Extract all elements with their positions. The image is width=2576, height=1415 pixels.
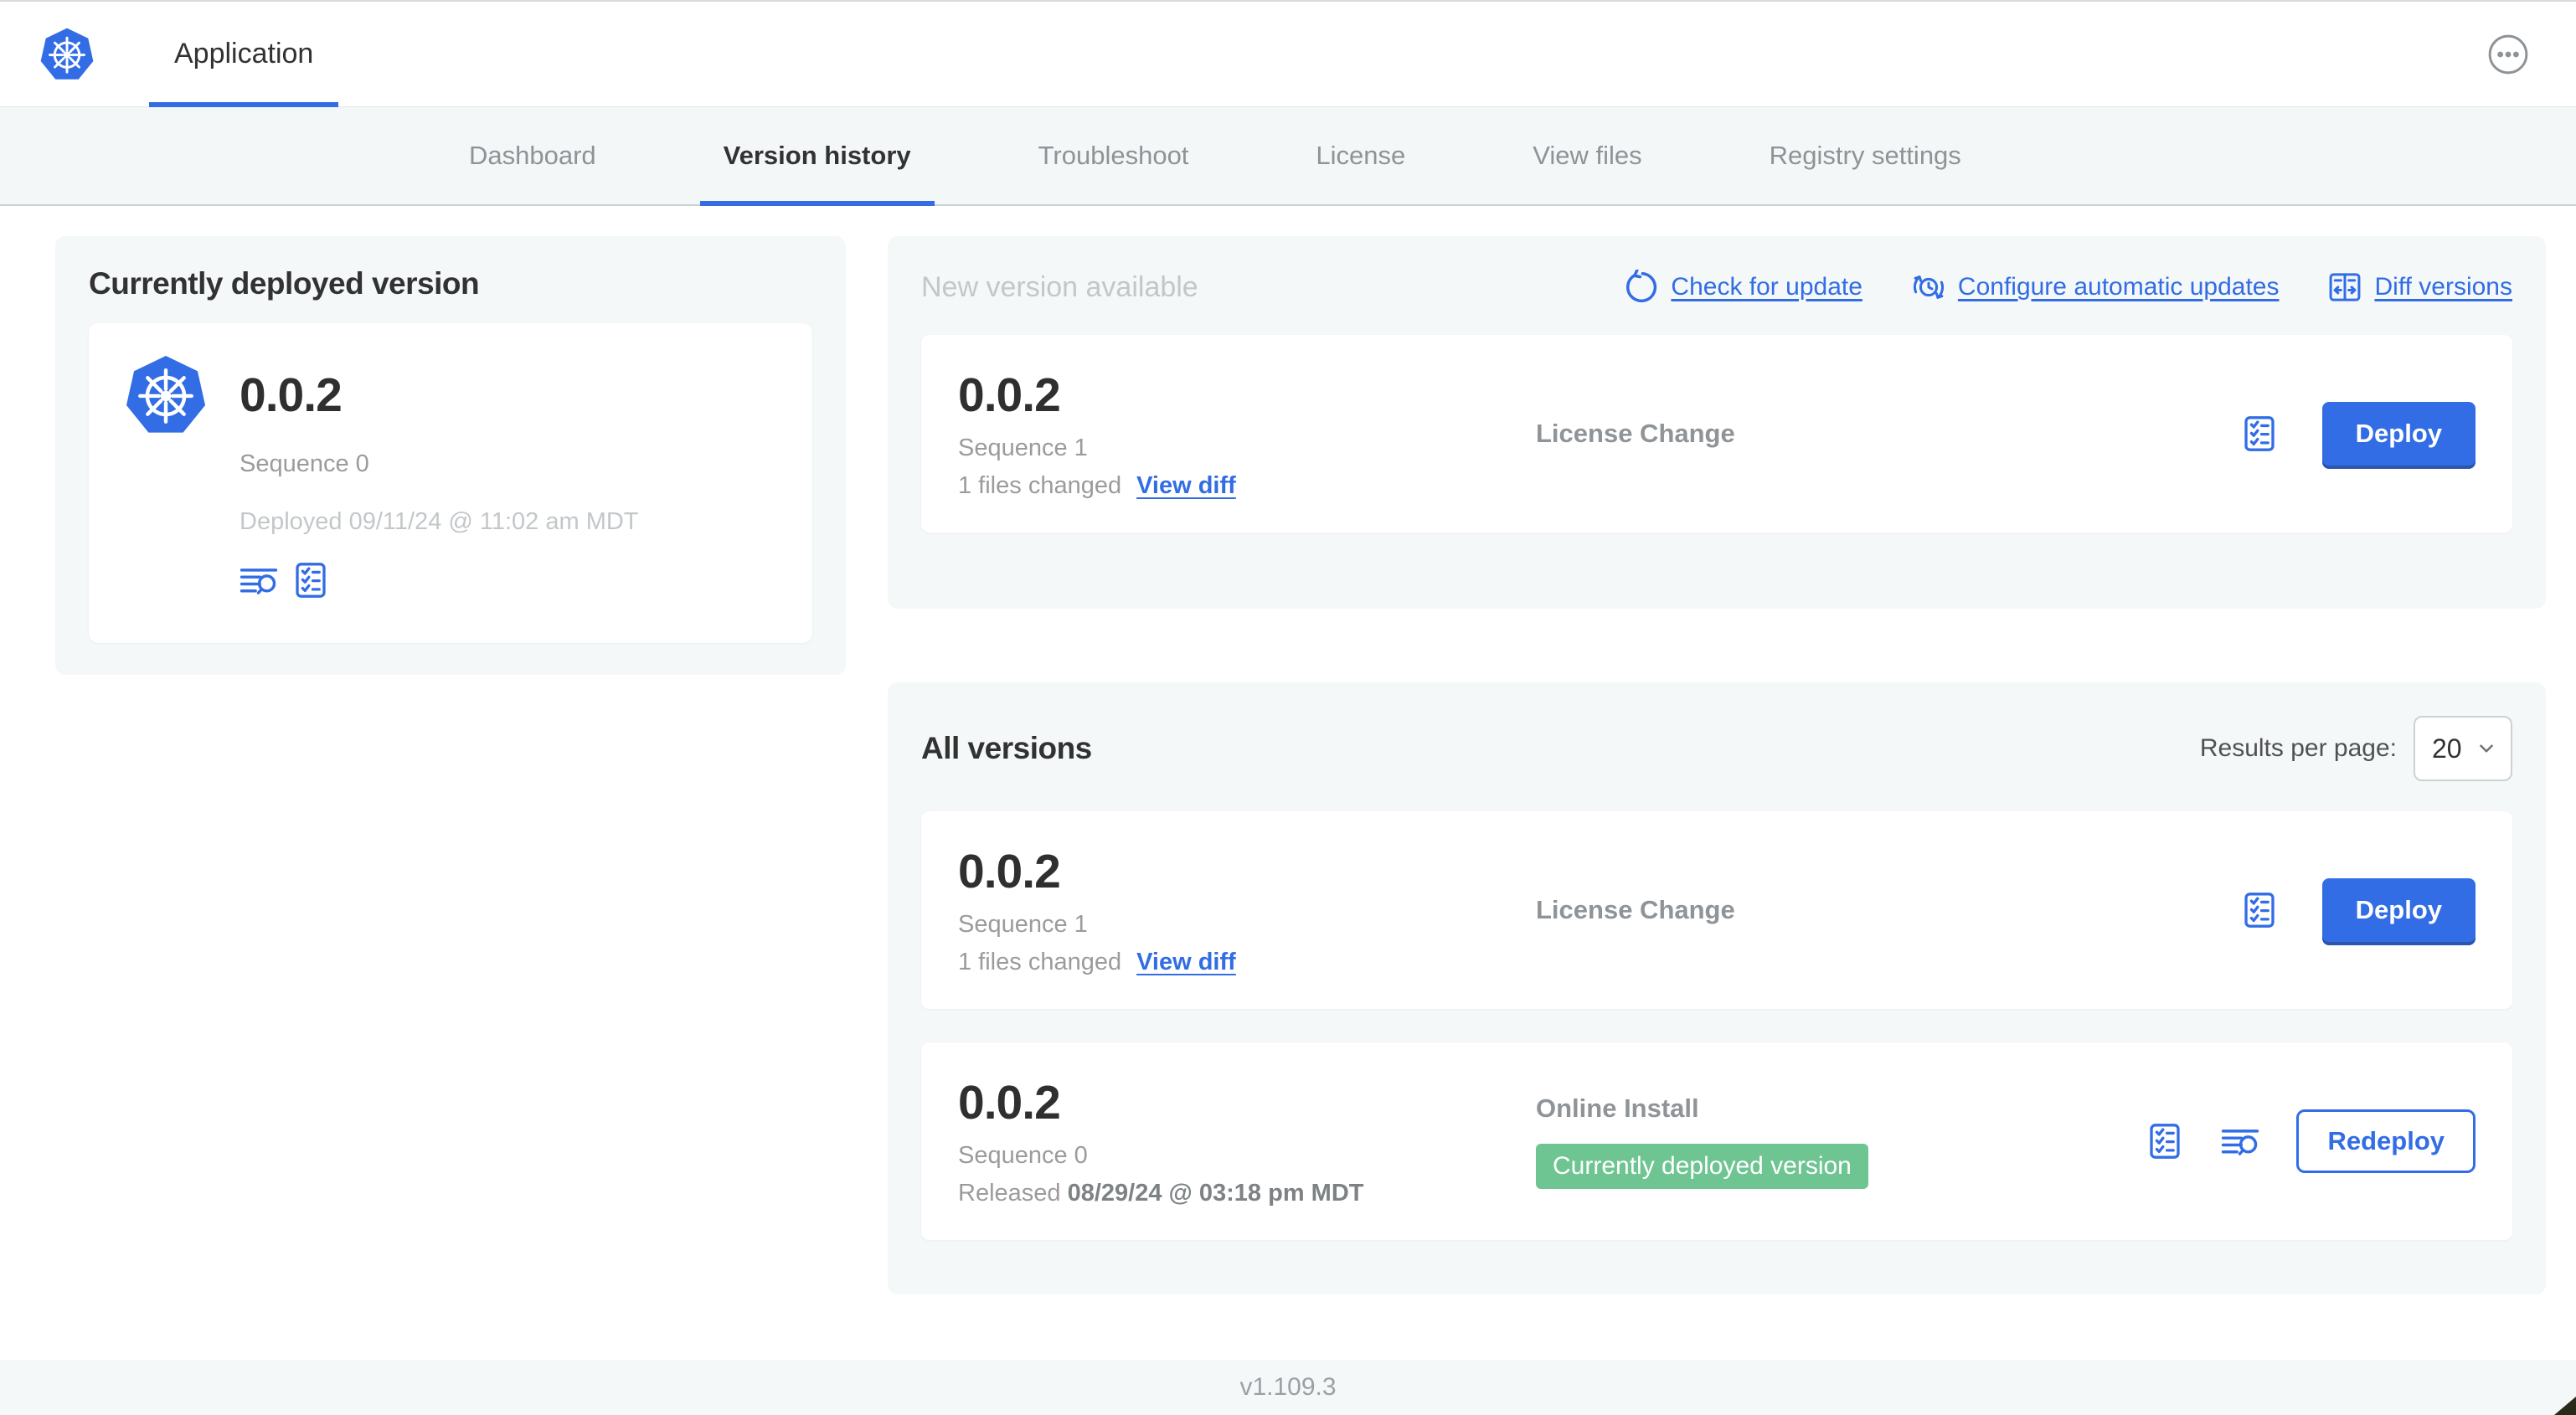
row-version-number: 0.0.2: [958, 368, 1061, 422]
kubernetes-logo-icon: [40, 28, 94, 81]
currently-deployed-card: 0.0.2 Sequence 0 Deployed 09/11/24 @ 11:…: [89, 323, 812, 643]
results-per-page-group: Results per page: 20: [2200, 716, 2512, 781]
version-history-page: Currently deployed version 0.0.2 Sequenc…: [0, 206, 2576, 1360]
refresh-icon: [1624, 270, 1659, 305]
all-versions-panel: All versions Results per page: 20 0.0.2 …: [888, 682, 2546, 1294]
deploy-button[interactable]: Deploy: [2321, 878, 2476, 942]
app-header: Application: [0, 2, 2576, 107]
diff-versions-link[interactable]: Diff versions: [2327, 270, 2512, 305]
version-row-sequence-1: 0.0.2 Sequence 1 1 files changed View di…: [921, 811, 2512, 1009]
new-version-row: 0.0.2 Sequence 1 1 files changed View di…: [921, 335, 2512, 533]
app-tab-label: Application: [174, 38, 314, 69]
row-version-number: 0.0.2: [958, 845, 1061, 898]
results-per-page-select[interactable]: 20: [2414, 716, 2512, 781]
preflight-checks-icon[interactable]: [291, 561, 330, 599]
tab-label: Dashboard: [469, 141, 596, 170]
tab-dashboard[interactable]: Dashboard: [446, 107, 620, 204]
tab-label: License: [1316, 141, 1406, 170]
tab-label: Troubleshoot: [1038, 141, 1189, 170]
currently-deployed-title: Currently deployed version: [89, 266, 480, 301]
row-version-number: 0.0.2: [958, 1076, 1061, 1129]
currently-deployed-panel: Currently deployed version 0.0.2 Sequenc…: [55, 236, 846, 675]
diff-icon: [2327, 270, 2362, 305]
configure-automatic-updates-link[interactable]: Configure automatic updates: [1911, 270, 2280, 305]
app-footer: v1.109.3: [0, 1360, 2576, 1415]
currently-deployed-badge: Currently deployed version: [1536, 1144, 1868, 1189]
current-version-number: 0.0.2: [240, 368, 343, 422]
version-history-main: New version available Check for update C…: [888, 236, 2546, 1294]
row-sequence-label: Sequence 0: [958, 1142, 1088, 1169]
tab-view-files[interactable]: View files: [1509, 107, 1665, 204]
check-for-update-label: Check for update: [1671, 273, 1862, 301]
more-options-button[interactable]: [2487, 33, 2529, 75]
view-logs-icon[interactable]: [2221, 1122, 2259, 1160]
version-source-label: Online Install: [1536, 1093, 1699, 1123]
preflight-checks-icon[interactable]: [2146, 1122, 2184, 1160]
kubernetes-app-icon: [126, 355, 206, 435]
released-timestamp: 08/29/24 @ 03:18 pm MDT: [1067, 1180, 1364, 1207]
view-diff-link[interactable]: View diff: [1136, 472, 1236, 500]
header-actions: [2487, 33, 2529, 75]
preflight-checks-icon[interactable]: [2240, 891, 2279, 929]
app-subnav: Dashboard Version history Troubleshoot L…: [0, 107, 2576, 206]
configure-automatic-updates-label: Configure automatic updates: [1957, 273, 2280, 301]
current-sequence-label: Sequence 0: [240, 450, 369, 477]
tab-label: Registry settings: [1769, 141, 1961, 170]
new-version-panel: New version available Check for update C…: [888, 236, 2546, 609]
tab-license[interactable]: License: [1292, 107, 1429, 204]
row-released-timestamp: Released 08/29/24 @ 03:18 pm MDT: [958, 1180, 1536, 1207]
version-source-label: License Change: [1536, 895, 1735, 924]
row-sequence-label: Sequence 1: [958, 911, 1088, 938]
app-tab-application[interactable]: Application: [149, 2, 339, 107]
results-per-page-value: 20: [2432, 733, 2462, 764]
deploy-button[interactable]: Deploy: [2321, 402, 2476, 466]
tab-label: View files: [1533, 141, 1642, 170]
tab-registry-settings[interactable]: Registry settings: [1746, 107, 1985, 204]
diff-versions-label: Diff versions: [2374, 273, 2512, 301]
tab-label: Version history: [723, 141, 911, 170]
all-versions-title: All versions: [921, 731, 1092, 765]
view-logs-icon[interactable]: [240, 561, 278, 599]
tab-version-history[interactable]: Version history: [699, 107, 935, 206]
preflight-checks-icon[interactable]: [2240, 414, 2279, 453]
current-version-actions: [240, 561, 775, 599]
schedule-update-icon: [1911, 270, 1946, 305]
version-source-label: License Change: [1536, 419, 1735, 448]
check-for-update-link[interactable]: Check for update: [1624, 270, 1862, 305]
tab-troubleshoot[interactable]: Troubleshoot: [1015, 107, 1213, 204]
current-deployed-timestamp: Deployed 09/11/24 @ 11:02 am MDT: [240, 508, 639, 535]
update-actions: Check for update Configure automatic upd…: [1624, 270, 2512, 305]
ellipsis-circle-icon: [2488, 34, 2528, 74]
chevron-down-icon: [2476, 738, 2497, 759]
row-sequence-label: Sequence 1: [958, 435, 1088, 461]
files-changed-label: 1 files changed: [958, 949, 1122, 975]
admin-console-version: v1.109.3: [1239, 1373, 1337, 1401]
released-prefix: Released: [958, 1180, 1061, 1207]
view-diff-link[interactable]: View diff: [1136, 949, 1236, 976]
redeploy-button[interactable]: Redeploy: [2296, 1109, 2476, 1173]
new-version-title: New version available: [921, 270, 1198, 303]
results-per-page-label: Results per page:: [2199, 734, 2397, 762]
version-row-sequence-0: 0.0.2 Sequence 0 Released 08/29/24 @ 03:…: [921, 1042, 2512, 1240]
files-changed-label: 1 files changed: [958, 472, 1122, 499]
